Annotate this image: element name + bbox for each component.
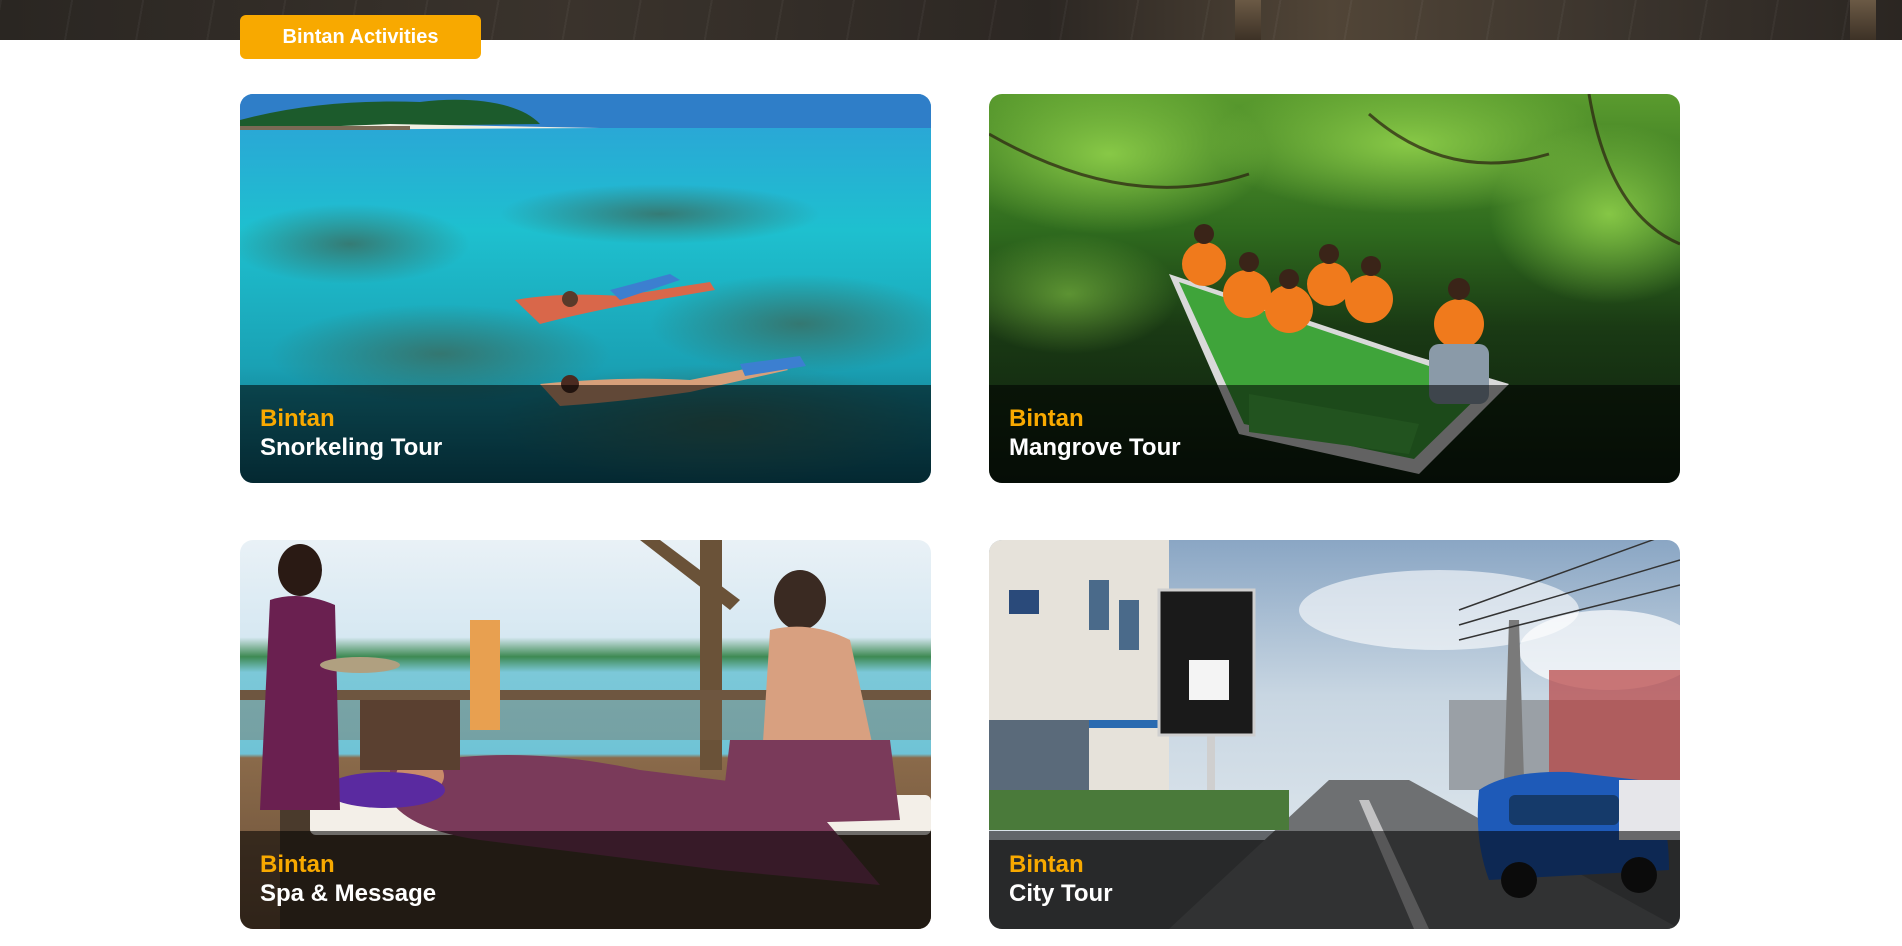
activity-card-city[interactable]: Bintan City Tour bbox=[989, 540, 1680, 929]
card-caption: Bintan Mangrove Tour bbox=[989, 385, 1680, 483]
deck-post bbox=[1850, 0, 1876, 40]
bintan-activities-button[interactable]: Bintan Activities bbox=[240, 15, 481, 59]
card-place: Bintan bbox=[1009, 851, 1084, 878]
card-title: Snorkeling Tour bbox=[260, 434, 443, 461]
card-caption: Bintan Spa & Message bbox=[240, 831, 931, 929]
card-title: Spa & Message bbox=[260, 880, 437, 907]
card-caption: Bintan Snorkeling Tour bbox=[240, 385, 931, 483]
deck-post bbox=[1235, 0, 1261, 40]
page: Bintan Activities Bintan Snorkeling Tour… bbox=[0, 0, 1902, 946]
activity-card-spa[interactable]: Bintan Spa & Message bbox=[240, 540, 931, 929]
card-title: Mangrove Tour bbox=[1009, 434, 1181, 461]
card-place: Bintan bbox=[260, 405, 335, 432]
card-title: City Tour bbox=[1009, 880, 1113, 907]
card-caption: Bintan City Tour bbox=[989, 831, 1680, 929]
activity-card-mangrove[interactable]: Bintan Mangrove Tour bbox=[989, 94, 1680, 483]
card-place: Bintan bbox=[260, 851, 335, 878]
activity-card-snorkeling[interactable]: Bintan Snorkeling Tour bbox=[240, 94, 931, 483]
card-place: Bintan bbox=[1009, 405, 1084, 432]
